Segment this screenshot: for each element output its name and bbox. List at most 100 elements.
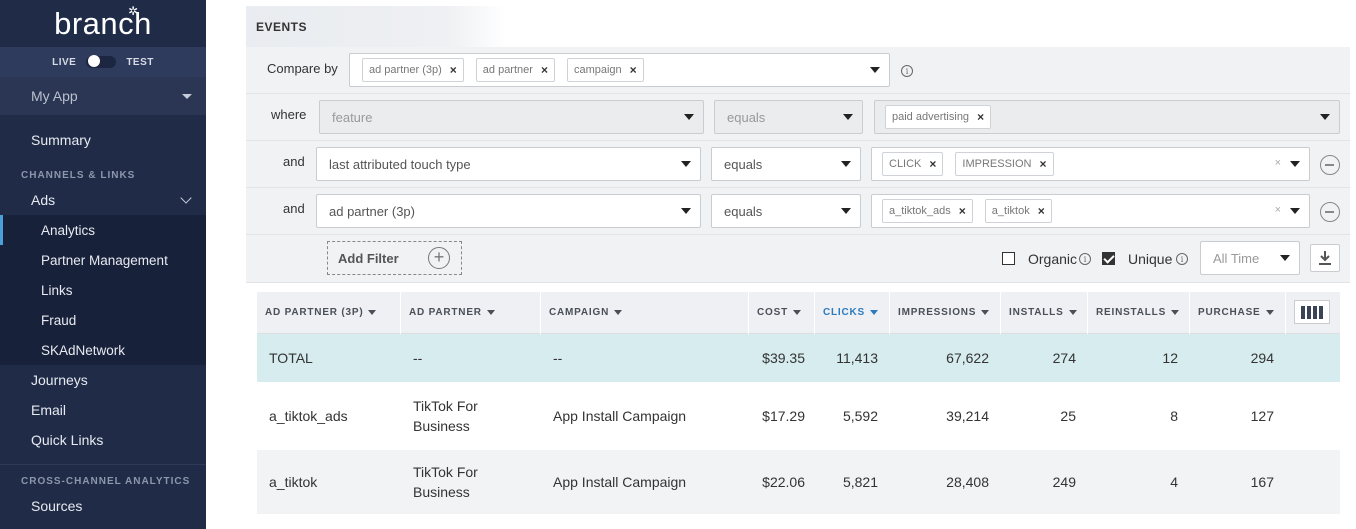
nav-ads-partner-management[interactable]: Partner Management (0, 245, 206, 275)
nav-journeys[interactable]: Journeys (0, 365, 206, 395)
info-icon[interactable]: i (1079, 253, 1091, 265)
col-campaign[interactable]: CAMPAIGN (541, 291, 749, 334)
cell-purchase: 127 (1250, 408, 1274, 424)
col-label: AD PARTNER (3P) (265, 307, 364, 318)
cell-reinstalls: 4 (1170, 474, 1178, 490)
chip-remove-icon[interactable]: × (1040, 157, 1047, 171)
download-button[interactable] (1310, 244, 1340, 272)
add-icon: + (428, 247, 450, 269)
chip-label: a_tiktok_ads (889, 205, 951, 217)
branch-logo[interactable]: branch ✲ (0, 0, 206, 47)
compare-chip: ad partner (3p) × (362, 58, 464, 82)
app-name: My App (31, 88, 78, 104)
col-clicks[interactable]: CLICKS (815, 291, 890, 334)
cell-campaign: App Install Campaign (553, 408, 687, 424)
cell-clicks: 5,592 (842, 408, 878, 424)
dropdown-caret-icon (1280, 255, 1290, 261)
chip-remove-icon[interactable]: × (541, 63, 548, 77)
filter-operator-select[interactable]: equals (711, 194, 861, 228)
dropdown-caret-icon (1320, 114, 1330, 120)
cell-reinstalls: 8 (1170, 408, 1178, 424)
compare-by-row: Compare by ad partner (3p) × ad partner × … (246, 47, 1350, 94)
cell-reinstalls: 12 (1162, 350, 1178, 366)
remove-filter-icon[interactable] (1320, 155, 1340, 175)
filter-values-select[interactable]: CLICK × IMPRESSION × × (871, 147, 1310, 181)
nav-email[interactable]: Email (0, 395, 206, 425)
filter-conjunction: where (271, 107, 307, 122)
chip-remove-icon[interactable]: × (450, 63, 457, 77)
nav-ads-skadnetwork[interactable]: SKAdNetwork (0, 335, 206, 365)
col-cost[interactable]: COST (749, 291, 815, 334)
clear-icon[interactable]: × (1275, 204, 1281, 216)
options-row: Add Filter + Organic i Unique i All Time (246, 235, 1350, 282)
nav-quick-links[interactable]: Quick Links (0, 425, 206, 455)
sort-icon (870, 310, 879, 315)
filters-area: Compare by ad partner (3p) × ad partner × … (246, 47, 1350, 283)
chip-remove-icon[interactable]: × (959, 204, 966, 218)
filter-operator-value: equals (727, 109, 766, 125)
col-purchase[interactable]: PURCHASE (1190, 291, 1286, 334)
dropdown-caret-icon (681, 161, 691, 167)
info-icon[interactable]: i (901, 65, 913, 77)
organic-checkbox[interactable] (1002, 252, 1015, 265)
environment-toggle[interactable]: LIVE TEST (0, 47, 206, 77)
filter-values-select[interactable]: a_tiktok_ads × a_tiktok × × (871, 194, 1310, 228)
compare-chip: campaign × (566, 58, 644, 82)
nav-ads-links[interactable]: Links (0, 275, 206, 305)
chip-remove-icon[interactable]: × (1038, 204, 1045, 218)
nav-summary[interactable]: Summary (0, 125, 206, 155)
cell-ad-partner-3p: TOTAL (269, 350, 313, 366)
nav-ads-fraud[interactable]: Fraud (0, 305, 206, 335)
app-selector[interactable]: My App (0, 77, 206, 115)
col-label: REINSTALLS (1096, 307, 1167, 318)
unique-label: Unique (1128, 251, 1173, 267)
cell-installs: 25 (1060, 408, 1076, 424)
cell-campaign: App Install Campaign (553, 474, 687, 490)
col-ad-partner-3p[interactable]: AD PARTNER (3P) (257, 291, 401, 334)
filter-field-select[interactable]: ad partner (3p) (316, 194, 701, 228)
filter-conjunction: and (283, 154, 305, 169)
sort-icon (486, 310, 495, 315)
nav-ads[interactable]: Ads (0, 185, 206, 215)
sort-icon (1068, 310, 1077, 315)
chevron-down-icon (180, 192, 192, 204)
nav-ads-analytics[interactable]: Analytics (0, 215, 206, 245)
compare-by-select[interactable]: ad partner (3p) × ad partner × campaign × (349, 53, 890, 87)
clear-icon[interactable]: × (1275, 157, 1281, 169)
col-installs[interactable]: INSTALLS (1001, 291, 1088, 334)
cell-cost: $22.06 (762, 474, 805, 490)
filter-chip: CLICK × (882, 152, 944, 176)
compare-chip: ad partner × (475, 58, 555, 82)
col-label: AD PARTNER (409, 307, 482, 318)
events-panel: EVENTS Compare by ad partner (3p) × ad pa… (246, 6, 1350, 514)
add-filter-label: Add Filter (338, 250, 399, 266)
cell-clicks: 11,413 (836, 350, 878, 366)
col-ad-partner[interactable]: AD PARTNER (401, 291, 541, 334)
sort-icon (792, 310, 801, 315)
col-impressions[interactable]: IMPRESSIONS (890, 291, 1001, 334)
filter-operator-select: equals (714, 100, 863, 134)
nav-sources[interactable]: Sources (0, 491, 206, 521)
add-filter-button[interactable]: Add Filter + (327, 241, 462, 275)
col-label: PURCHASE (1198, 307, 1261, 318)
filter-field-select[interactable]: last attributed touch type (316, 147, 701, 181)
info-icon[interactable]: i (1176, 253, 1188, 265)
filter-field-value: ad partner (3p) (329, 203, 415, 219)
col-label: CAMPAIGN (549, 307, 610, 318)
filter-conjunction: and (283, 201, 305, 216)
table-row[interactable]: a_tiktok_ads TikTok For Business App Ins… (257, 382, 1340, 450)
table-row[interactable]: a_tiktok TikTok For Business App Install… (257, 450, 1340, 514)
compare-by-label: Compare by (267, 61, 338, 76)
col-reinstalls[interactable]: REINSTALLS (1088, 291, 1190, 334)
chip-remove-icon[interactable]: × (630, 63, 637, 77)
chevron-down-icon (182, 93, 192, 99)
chip-remove-icon[interactable]: × (929, 157, 936, 171)
remove-filter-icon[interactable] (1320, 202, 1340, 222)
env-toggle-switch[interactable] (86, 55, 117, 68)
unique-checkbox[interactable] (1102, 252, 1115, 265)
time-range-select[interactable]: All Time (1200, 241, 1300, 275)
filter-operator-select[interactable]: equals (711, 147, 861, 181)
col-label: INSTALLS (1009, 307, 1064, 318)
columns-button[interactable] (1294, 300, 1330, 324)
live-label: LIVE (52, 56, 77, 68)
